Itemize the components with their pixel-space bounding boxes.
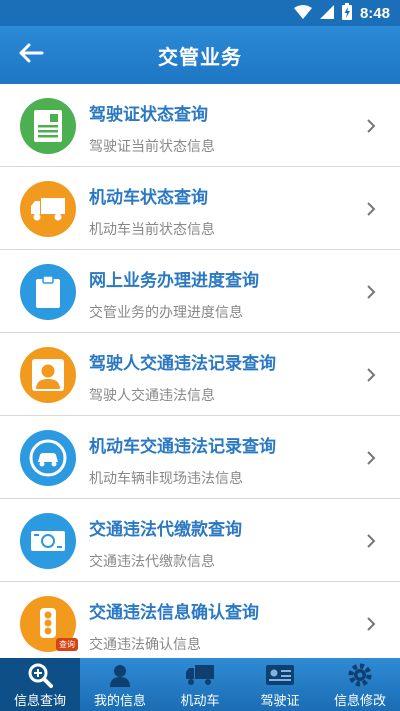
item-title: 交通违法代缴款查询 (89, 520, 242, 540)
list-item-vehicle-violations[interactable]: 机动车交通违法记录查询 机动车辆非现场违法信息 (0, 416, 400, 499)
chevron-right-icon (367, 617, 376, 631)
nav-license[interactable]: 驾驶证 (240, 658, 320, 711)
query-badge: 查询 (56, 638, 78, 651)
page-title: 交管业务 (158, 45, 242, 69)
nav-label: 机动车 (180, 694, 220, 709)
clipboard-icon (20, 264, 76, 320)
list-item-vehicle-status[interactable]: 机动车状态查询 机动车当前状态信息 (0, 167, 400, 250)
item-title: 交通违法信息确认查询 (89, 603, 259, 623)
nav-label: 信息修改 (333, 694, 386, 709)
nav-vehicle[interactable]: 机动车 (160, 658, 240, 711)
wifi-icon (293, 4, 312, 23)
chevron-right-icon (367, 119, 376, 133)
nav-my-info[interactable]: 我的信息 (80, 658, 160, 711)
nav-label: 驾驶证 (260, 694, 300, 709)
item-subtitle: 机动车辆非现场违法信息 (89, 471, 243, 487)
list-item-online-progress[interactable]: 网上业务办理进度查询 交管业务的办理进度信息 (0, 250, 400, 333)
item-subtitle: 交通违法确认信息 (89, 637, 201, 653)
chevron-right-icon (367, 202, 376, 216)
nav-label: 我的信息 (93, 694, 146, 709)
item-subtitle: 交管业务的办理进度信息 (89, 305, 243, 321)
settings-icon (347, 662, 373, 688)
status-time: 8:48 (359, 4, 390, 22)
item-subtitle: 交通违法代缴款信息 (89, 554, 215, 570)
signal-icon (319, 4, 334, 23)
nav-label: 信息查询 (13, 694, 66, 709)
status-icons: 8:48 (293, 2, 390, 24)
car-icon (20, 430, 76, 486)
list-item-driver-violations[interactable]: 驾驶人交通违法记录查询 驾驶人交通违法信息 (0, 333, 400, 416)
truck-icon (20, 181, 76, 237)
search-icon (27, 662, 53, 688)
status-bar: 8:48 (0, 0, 400, 26)
nav-info-query[interactable]: 信息查询 (0, 658, 80, 711)
item-subtitle: 驾驶人交通违法信息 (89, 388, 215, 404)
screen: 8:48 交管业务 驾驶证状态查询 驾驶证当前状态信息 机动车状态查询 机动车当… (0, 0, 400, 711)
list-item-license-status[interactable]: 驾驶证状态查询 驾驶证当前状态信息 (0, 84, 400, 167)
item-subtitle: 驾驶证当前状态信息 (89, 139, 215, 155)
license-icon (20, 98, 76, 154)
header: 交管业务 (0, 26, 400, 84)
id-card-icon (265, 662, 295, 688)
item-title: 驾驶人交通违法记录查询 (89, 354, 276, 374)
chevron-right-icon (367, 451, 376, 465)
list-item-fine-payment[interactable]: 交通违法代缴款查询 交通违法代缴款信息 (0, 499, 400, 582)
item-title: 驾驶证状态查询 (89, 105, 208, 125)
battery-icon (341, 2, 352, 24)
chevron-right-icon (367, 285, 376, 299)
driver-icon (20, 347, 76, 403)
list-item-violation-confirm[interactable]: 查询 交通违法信息确认查询 交通违法确认信息 (0, 582, 400, 658)
query-list: 驾驶证状态查询 驾驶证当前状态信息 机动车状态查询 机动车当前状态信息 网上业务… (0, 84, 400, 658)
money-icon (20, 513, 76, 569)
vehicle-icon (185, 662, 215, 688)
bottom-nav: 信息查询 我的信息 机动车 驾驶证 信息修改 (0, 658, 400, 711)
chevron-right-icon (367, 368, 376, 382)
item-title: 机动车交通违法记录查询 (89, 437, 276, 457)
item-title: 机动车状态查询 (89, 188, 208, 208)
chevron-right-icon (367, 534, 376, 548)
nav-info-edit[interactable]: 信息修改 (320, 658, 400, 711)
item-subtitle: 机动车当前状态信息 (89, 222, 215, 238)
user-icon (108, 662, 132, 688)
item-title: 网上业务办理进度查询 (89, 271, 259, 291)
